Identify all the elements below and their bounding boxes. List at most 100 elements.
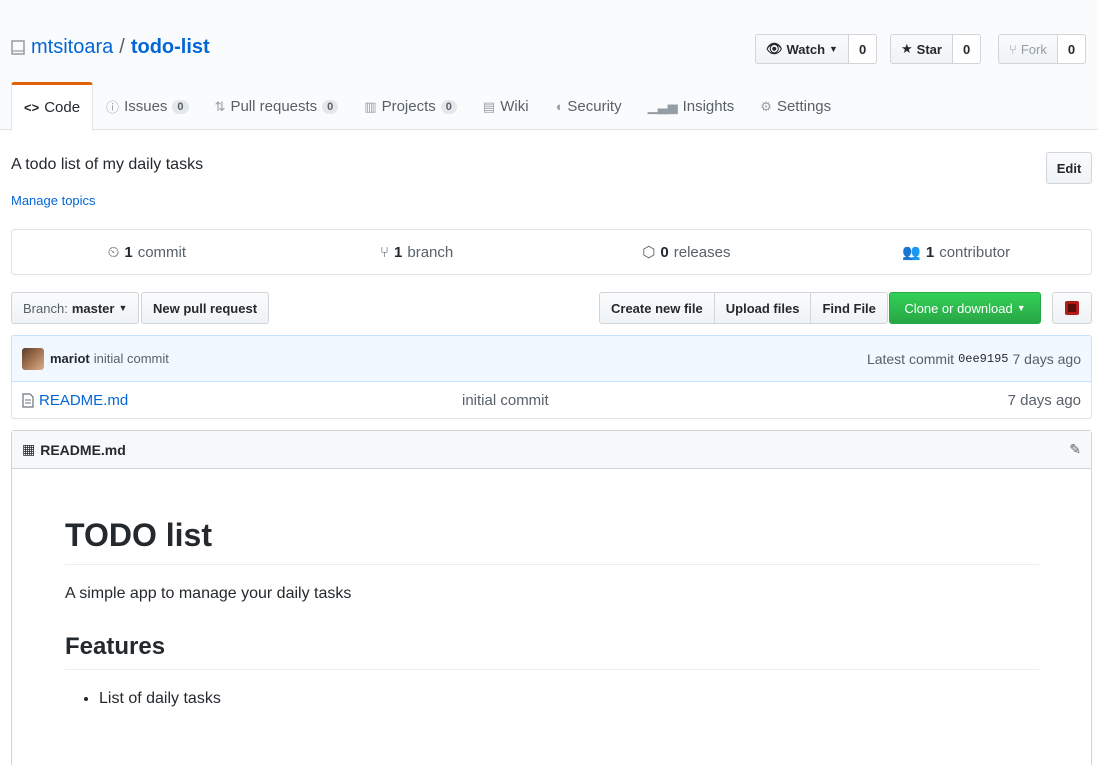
tag-icon: ⬡ (642, 244, 656, 261)
fork-button[interactable]: ⑂ Fork (998, 34, 1058, 64)
star-button[interactable]: ★ Star (890, 34, 953, 64)
contributors-count: 1 (925, 243, 935, 261)
book-icon: ▦ (22, 441, 36, 457)
file-commit-message[interactable]: initial commit (462, 392, 762, 409)
code-icon: <> (24, 100, 40, 115)
latest-commit-bar: mariot initial commit Latest commit 0ee9… (11, 335, 1092, 382)
caret-down-icon: ▼ (1016, 303, 1026, 313)
releases-label: releases (673, 243, 731, 261)
star-group: ★ Star 0 (890, 34, 982, 64)
readme-panel: ▦ README.md ✎ TODO list A simple app to … (11, 430, 1092, 765)
find-file-button[interactable]: Find File (810, 292, 888, 324)
readme-body: TODO list A simple app to manage your da… (12, 469, 1091, 708)
repo-name-link[interactable]: todo-list (131, 36, 210, 59)
repo-title: mtsitoara / todo-list (11, 36, 210, 59)
commit-sha[interactable]: 0ee9195 (958, 352, 1008, 366)
commits-label: commit (137, 243, 187, 261)
watch-button[interactable]: 👁 Watch ▼ (755, 34, 849, 64)
upload-files-button[interactable]: Upload files (713, 292, 812, 324)
commits-link[interactable]: ⏲ 1 commit (12, 230, 282, 274)
readme-filename: README.md (40, 441, 126, 458)
tab-label: Settings (776, 98, 832, 115)
readme-intro: A simple app to manage your daily tasks (65, 585, 352, 602)
tab-label: Security (567, 98, 622, 115)
file-icon (22, 392, 34, 408)
caret-down-icon: ▼ (118, 303, 128, 313)
releases-count: 0 (660, 243, 669, 261)
fork-icon: ⑂ (1009, 41, 1017, 57)
tab-label: Code (44, 99, 81, 116)
repo-owner-link[interactable]: mtsitoara (31, 36, 113, 59)
branch-name: master (71, 300, 115, 316)
edit-description-button[interactable]: Edit (1046, 152, 1092, 184)
open-desktop-button[interactable] (1052, 292, 1092, 324)
tab-issues[interactable]: ⓘ Issues 0 (93, 82, 202, 130)
caret-down-icon: ▼ (829, 44, 838, 54)
tab-code[interactable]: <> Code (11, 82, 94, 131)
features-list: List of daily tasks (65, 690, 1039, 708)
commit-message[interactable]: initial commit (94, 351, 169, 366)
issue-icon: ⓘ (106, 100, 120, 115)
commit-age: 7 days ago (1012, 350, 1082, 367)
tab-counter: 0 (440, 99, 457, 114)
avatar[interactable] (22, 347, 44, 370)
book-icon: ▤ (482, 98, 496, 114)
pencil-icon[interactable]: ✎ (1069, 441, 1081, 458)
tab-insights[interactable]: ▁▃▅ Insights (635, 82, 748, 130)
branches-label: branch (407, 243, 454, 261)
graph-icon: ▁▃▅ (647, 98, 678, 114)
tab-security[interactable]: ◖ Security (542, 82, 635, 130)
readme-features-heading: Features (65, 633, 1039, 670)
repo-description: A todo list of my daily tasks (11, 156, 204, 173)
file-name: README.md (39, 391, 129, 409)
tab-projects[interactable]: ▥ Projects 0 (351, 82, 470, 130)
file-link[interactable]: README.md (22, 392, 462, 409)
clone-label: Clone or download (904, 300, 1013, 316)
clone-download-button[interactable]: Clone or download ▼ (889, 292, 1041, 324)
manage-topics-link[interactable]: Manage topics (11, 193, 96, 208)
repo-separator: / (119, 36, 125, 58)
pull-request-icon: ⇅ (214, 98, 226, 114)
create-new-file-button[interactable]: Create new file (599, 292, 715, 324)
numbers-summary: ⏲ 1 commit ⑂ 1 branch ⬡ 0 releases 👥 1 c… (11, 229, 1092, 275)
branch-prefix: Branch: (23, 300, 68, 316)
shield-icon: ◖ (554, 99, 563, 114)
history-icon: ⏲ (107, 243, 120, 261)
tab-label: Insights (682, 98, 735, 115)
tab-pull-requests[interactable]: ⇅ Pull requests 0 (202, 82, 352, 130)
branch-select[interactable]: Branch: master ▼ (11, 292, 140, 324)
project-icon: ▥ (364, 98, 377, 114)
contributors-link[interactable]: 👥 1 contributor (821, 230, 1091, 274)
tab-label: Pull requests (230, 98, 318, 115)
latest-commit-info: Latest commit 0ee9195 7 days ago (867, 351, 1081, 367)
table-row: README.md initial commit 7 days ago (11, 382, 1092, 419)
readme-title: TODO list (65, 517, 1039, 565)
tab-label: Projects (381, 98, 436, 115)
commits-count: 1 (124, 243, 133, 261)
branches-link[interactable]: ⑂ 1 branch (282, 230, 552, 274)
tab-settings[interactable]: ⚙ Settings (747, 82, 844, 130)
eye-icon: 👁 (766, 41, 783, 56)
fork-group: ⑂ Fork 0 (998, 34, 1087, 64)
tab-label: Wiki (500, 98, 529, 115)
readme-header: ▦ README.md ✎ (12, 431, 1091, 469)
watch-count[interactable]: 0 (848, 34, 878, 64)
tab-wiki[interactable]: ▤ Wiki (470, 82, 542, 130)
tab-counter: 0 (172, 99, 189, 114)
list-item: List of daily tasks (99, 690, 1039, 708)
tab-counter: 0 (322, 99, 339, 114)
releases-link[interactable]: ⬡ 0 releases (552, 230, 822, 274)
fork-label: Fork (1020, 41, 1047, 57)
people-icon: 👥 (902, 244, 921, 261)
star-count[interactable]: 0 (952, 34, 982, 64)
branch-icon: ⑂ (380, 243, 390, 261)
new-pull-request-button[interactable]: New pull request (141, 292, 270, 324)
latest-commit-prefix: Latest commit (866, 350, 955, 367)
fork-count[interactable]: 0 (1057, 34, 1087, 64)
repo-icon (11, 39, 25, 57)
repo-tabs: <> Code ⓘ Issues 0 ⇅ Pull requests 0 ▥ P… (11, 82, 844, 131)
gear-icon: ⚙ (760, 98, 772, 114)
file-age: 7 days ago (1007, 391, 1081, 409)
branches-count: 1 (394, 243, 403, 261)
commit-author[interactable]: mariot (50, 351, 90, 366)
